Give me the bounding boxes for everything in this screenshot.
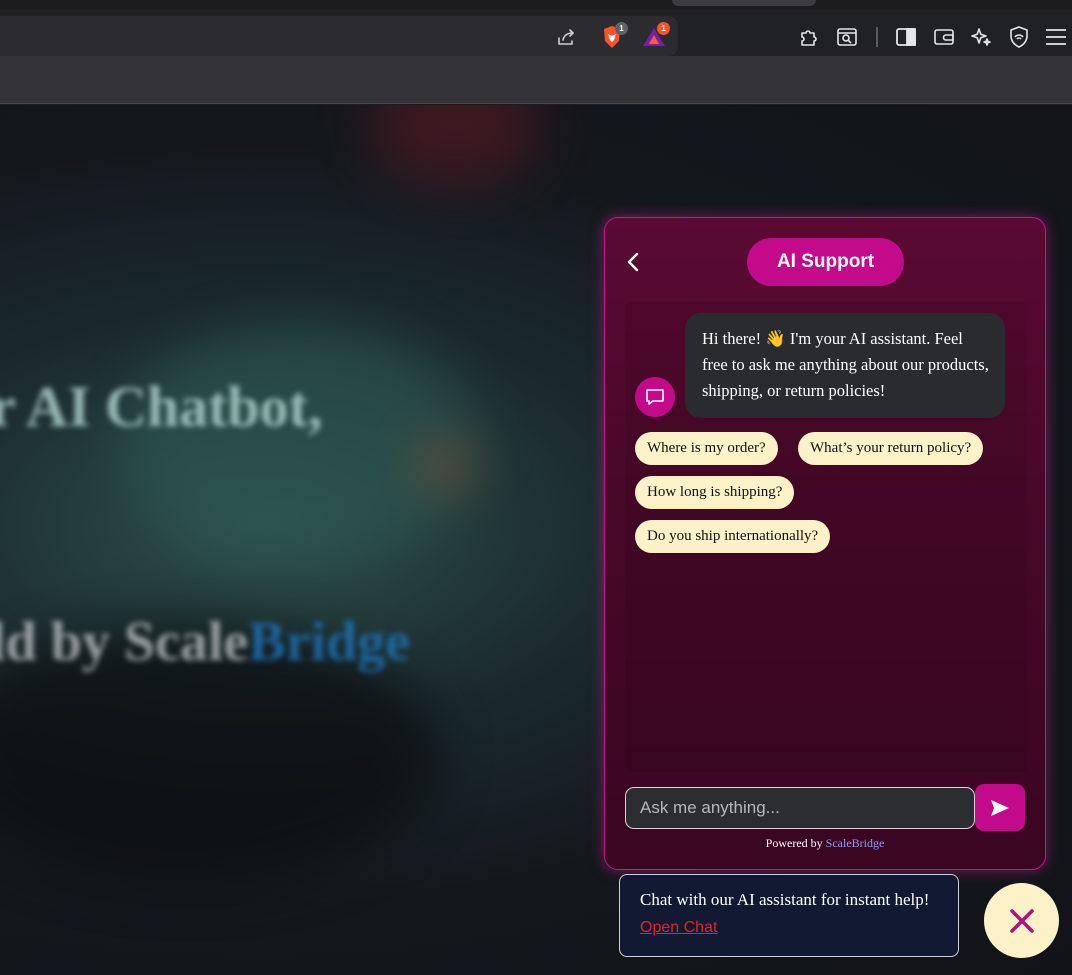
bg-glow-red	[370, 105, 540, 185]
bot-avatar	[635, 377, 675, 417]
quick-reply-returns[interactable]: What’s your return policy?	[798, 432, 984, 465]
toolbar-separator	[876, 27, 878, 47]
chat-panel: AI Support Hi there! 👋 I'm your AI assis…	[604, 217, 1046, 870]
hero-headline-fragment: r AI Chatbot,	[0, 374, 323, 439]
wallet-icon[interactable]	[931, 25, 957, 49]
chat-input[interactable]	[625, 787, 975, 829]
hero-brand-text: Bridge	[248, 611, 411, 673]
hero-subline-fragment: ld by ScaleBridge	[0, 610, 410, 674]
send-button[interactable]	[975, 784, 1025, 831]
browser-chrome: 1 1	[0, 0, 1072, 104]
powered-by-label: Powered by	[765, 836, 823, 850]
leo-ai-icon[interactable]	[968, 24, 994, 50]
message-list: Hi there! 👋 I'm your AI assistant. Feel …	[625, 302, 1027, 772]
back-button[interactable]	[623, 248, 643, 276]
shields-badge: 1	[615, 22, 628, 35]
chat-prompt-toast: Chat with our AI assistant for instant h…	[619, 874, 959, 957]
quick-reply-shipping-time[interactable]: How long is shipping?	[635, 476, 795, 509]
close-chat-button[interactable]	[984, 883, 1059, 958]
tab-strip	[0, 0, 1072, 10]
sidebar-icon[interactable]	[894, 25, 918, 49]
menu-icon[interactable]	[1044, 25, 1068, 49]
vpn-icon[interactable]	[1006, 24, 1032, 50]
toast-message: Chat with our AI assistant for instant h…	[640, 890, 930, 909]
quick-reply-international[interactable]: Do you ship internationally?	[635, 520, 831, 553]
active-tab[interactable]	[672, 0, 816, 6]
bg-glow-teal	[120, 325, 480, 565]
hero-sub-text: ld by Scale	[0, 611, 249, 673]
chat-title: AI Support	[747, 238, 904, 286]
powered-by-brand[interactable]: ScaleBridge	[826, 836, 885, 850]
rewards-badge: 1	[657, 22, 670, 35]
bot-greeting-message: Hi there! 👋 I'm your AI assistant. Feel …	[685, 313, 1005, 418]
bg-glow-orange	[420, 445, 470, 485]
bookmarks-bar	[0, 56, 1072, 104]
extensions-icon[interactable]	[797, 23, 823, 49]
chevron-left-icon	[627, 252, 639, 272]
close-icon	[1009, 908, 1034, 933]
reader-mode-icon[interactable]	[834, 24, 860, 50]
share-icon[interactable]	[553, 24, 579, 50]
quick-reply-order[interactable]: Where is my order?	[635, 432, 778, 465]
chat-bubble-icon	[646, 389, 664, 405]
open-chat-link[interactable]: Open Chat	[640, 919, 717, 937]
powered-by: Powered by ScaleBridge	[605, 836, 1045, 851]
send-icon	[991, 799, 1009, 816]
